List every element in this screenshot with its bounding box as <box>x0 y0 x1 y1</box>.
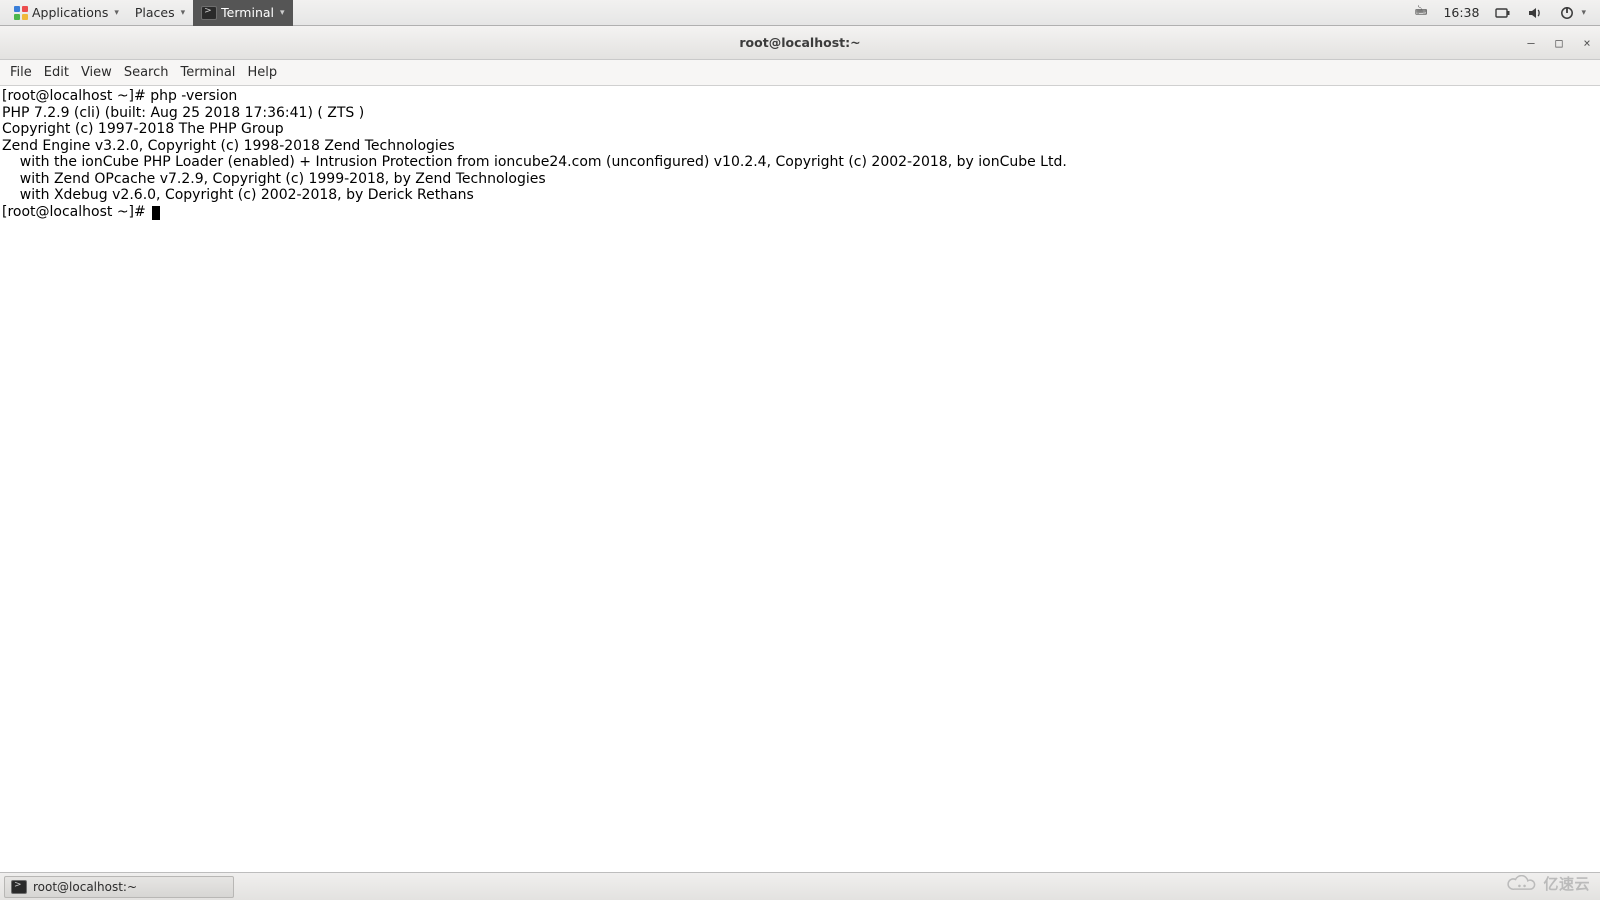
places-menu[interactable]: Places ▾ <box>127 0 193 26</box>
terminal-window-menu[interactable]: Terminal ▾ <box>193 0 292 26</box>
taskbar-item-terminal[interactable]: root@localhost:~ <box>4 876 234 898</box>
terminal-icon <box>11 880 27 894</box>
chevron-down-icon: ▾ <box>181 8 186 18</box>
terminal-line: PHP 7.2.9 (cli) (built: Aug 25 2018 17:3… <box>2 105 364 121</box>
minimize-button[interactable]: — <box>1524 36 1538 50</box>
terminal-line: with Zend OPcache v7.2.9, Copyright (c) … <box>2 171 546 187</box>
watermark-text: 亿速云 <box>1543 873 1590 894</box>
terminal-line: with Xdebug v2.6.0, Copyright (c) 2002-2… <box>2 187 474 203</box>
volume-icon <box>1527 5 1543 21</box>
keyboard-icon: 🖮 <box>1415 2 1428 23</box>
menu-search[interactable]: Search <box>124 65 169 80</box>
taskbar-item-label: root@localhost:~ <box>33 880 137 894</box>
terminal-line: [root@localhost ~]# <box>2 204 160 220</box>
power-indicator[interactable]: ▾ <box>1551 0 1594 26</box>
terminal-line: [root@localhost ~]# php -version <box>2 88 237 104</box>
chevron-down-icon: ▾ <box>280 8 285 18</box>
application-menubar: File Edit View Search Terminal Help <box>0 60 1600 86</box>
chevron-down-icon: ▾ <box>1581 8 1586 18</box>
menu-terminal[interactable]: Terminal <box>180 65 235 80</box>
desktop-top-panel: Applications ▾ Places ▾ Terminal ▾ 🖮 16:… <box>0 0 1600 26</box>
applications-label: Applications <box>32 5 108 20</box>
input-method-indicator[interactable]: 🖮 <box>1407 0 1436 26</box>
maximize-button[interactable]: □ <box>1552 36 1566 50</box>
window-title: root@localhost:~ <box>0 35 1600 50</box>
terminal-line: with the ionCube PHP Loader (enabled) + … <box>2 154 1067 170</box>
clock[interactable]: 16:38 <box>1435 0 1487 26</box>
power-icon <box>1559 5 1575 21</box>
applications-menu[interactable]: Applications ▾ <box>6 0 127 26</box>
watermark: 亿速云 <box>1505 873 1590 894</box>
terminal-label: Terminal <box>221 5 274 20</box>
clock-text: 16:38 <box>1443 5 1479 20</box>
terminal-line: Zend Engine v3.2.0, Copyright (c) 1998-2… <box>2 138 455 154</box>
close-button[interactable]: × <box>1580 36 1594 50</box>
menu-file[interactable]: File <box>10 65 32 80</box>
cloud-icon <box>1505 875 1539 893</box>
battery-icon <box>1495 5 1511 21</box>
terminal-cursor <box>152 206 160 220</box>
menu-view[interactable]: View <box>81 65 112 80</box>
places-label: Places <box>135 5 175 20</box>
chevron-down-icon: ▾ <box>114 8 119 18</box>
window-titlebar[interactable]: root@localhost:~ — □ × <box>0 26 1600 60</box>
menu-edit[interactable]: Edit <box>44 65 69 80</box>
terminal-line: Copyright (c) 1997-2018 The PHP Group <box>2 121 284 137</box>
distro-logo-icon <box>14 6 28 20</box>
volume-indicator[interactable] <box>1519 0 1551 26</box>
terminal-viewport[interactable]: [root@localhost ~]# php -version PHP 7.2… <box>0 86 1600 786</box>
desktop-taskbar: root@localhost:~ 亿速云 <box>0 872 1600 900</box>
battery-indicator[interactable] <box>1487 0 1519 26</box>
terminal-icon <box>201 6 217 20</box>
menu-help[interactable]: Help <box>247 65 277 80</box>
